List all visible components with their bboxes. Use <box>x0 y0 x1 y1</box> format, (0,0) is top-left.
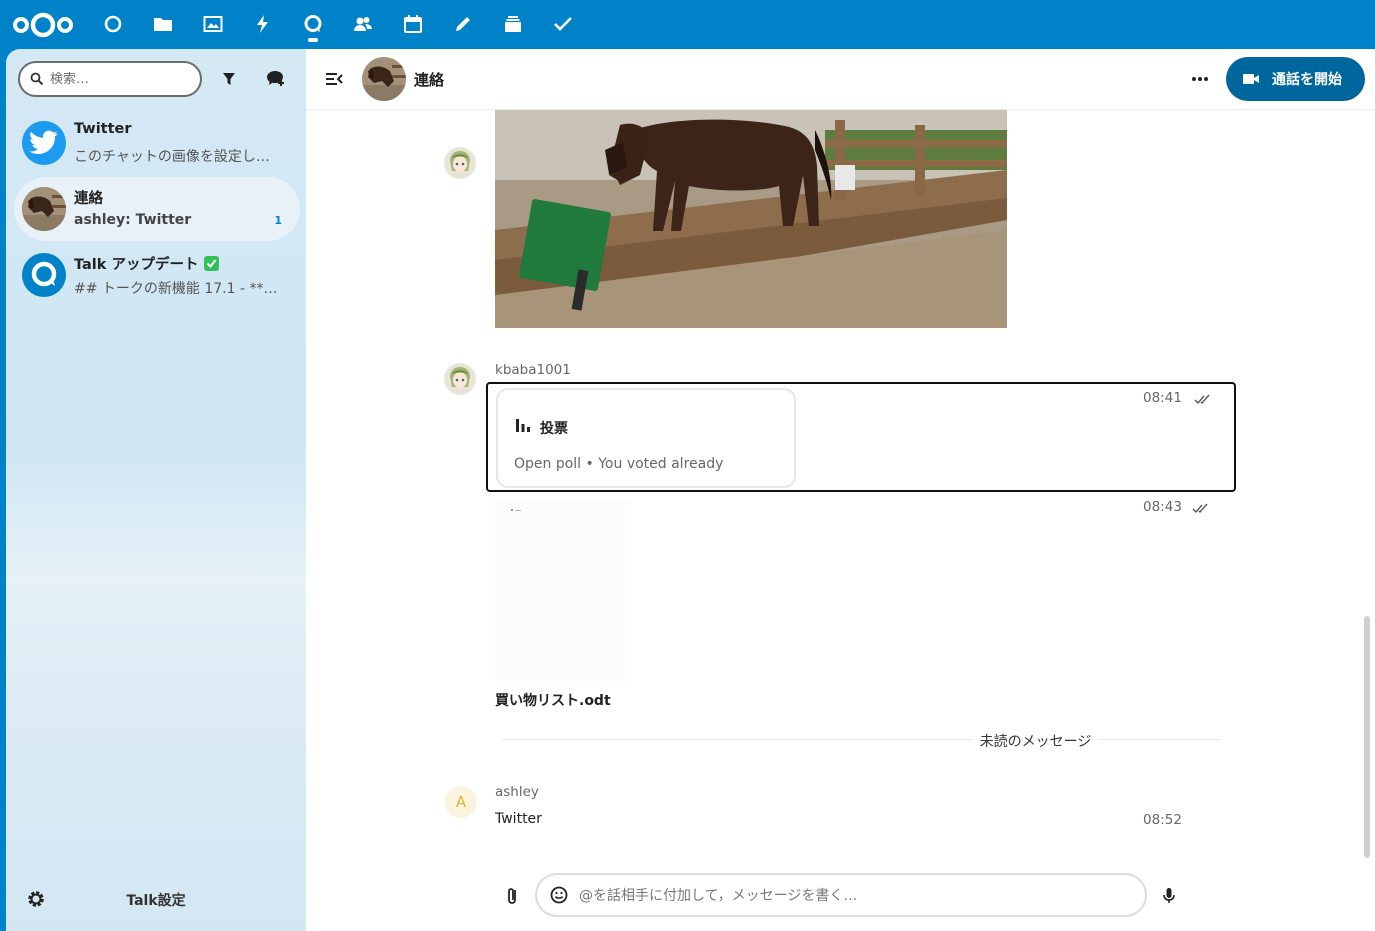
twitter-icon <box>22 121 66 165</box>
talk-settings-label: Talk設定 <box>126 893 186 909</box>
avatar[interactable] <box>444 363 476 395</box>
files-icon[interactable] <box>151 12 175 36</box>
photos-icon[interactable] <box>201 12 225 36</box>
message-composer[interactable] <box>535 873 1147 917</box>
microphone-icon[interactable] <box>1158 885 1180 907</box>
unread-count-badge: 1 <box>274 214 282 227</box>
filter-icon <box>223 73 235 85</box>
conversation-item-twitter[interactable]: Twitter このチャットの画像を設定し… <box>14 111 300 175</box>
scrollbar[interactable] <box>1364 616 1370 858</box>
search-icon <box>30 72 44 86</box>
file-preview[interactable] <box>495 501 631 681</box>
conversation-title: 連絡 <box>74 191 103 207</box>
video-camera-icon <box>1243 74 1259 84</box>
new-conversation-button[interactable] <box>261 64 291 94</box>
talk-icon[interactable] <box>301 12 325 36</box>
message-author: kbaba1001 <box>495 362 571 378</box>
conversation-item-talk-updates[interactable]: Talk アップデート ## トークの新機能 17.1 - **Ma… <box>14 243 300 307</box>
deck-icon[interactable] <box>501 12 525 36</box>
conversation-item-renraku[interactable]: 連絡 ashley: Twitter 1 <box>14 177 300 241</box>
read-receipt-icon <box>1194 394 1210 405</box>
notes-icon[interactable] <box>451 12 475 36</box>
conversation-title: Talk アップデート <box>74 253 220 274</box>
conversation-title-text: Talk アップデート <box>74 257 199 273</box>
message-time: 08:41 <box>1143 390 1182 406</box>
search-input[interactable] <box>50 71 190 87</box>
conversation-sidebar: Twitter このチャットの画像を設定し… 連絡 ashley: Twitte… <box>6 49 306 931</box>
calendar-icon[interactable] <box>401 12 425 36</box>
poll-chart-icon <box>516 419 530 432</box>
emoji-icon[interactable] <box>549 885 569 905</box>
shared-image[interactable] <box>495 110 1007 328</box>
message-author: ashley <box>495 784 539 800</box>
filter-button[interactable] <box>214 64 244 94</box>
check-mark-icon <box>204 256 220 271</box>
conversation-title: Twitter <box>74 121 132 137</box>
chat-panel: 連絡 通話を開始 kbaba1001 投票 Open poll • You vo… <box>306 49 1375 931</box>
talk-logo-icon <box>22 253 66 297</box>
tasks-icon[interactable] <box>551 12 575 36</box>
conversation-last-message: ashley: Twitter <box>74 212 192 228</box>
dashboard-icon[interactable] <box>101 12 125 36</box>
start-call-button[interactable]: 通話を開始 <box>1226 57 1365 101</box>
message-text: Twitter <box>495 811 542 827</box>
activity-icon[interactable] <box>251 12 275 36</box>
top-header <box>0 0 1375 49</box>
read-receipt-icon <box>1192 503 1208 514</box>
unread-divider-label-wrap: 未読のメッセージ <box>306 731 1375 751</box>
active-app-indicator <box>308 38 318 42</box>
poll-title: 投票 <box>540 421 568 437</box>
avatar[interactable] <box>444 147 476 179</box>
contacts-icon[interactable] <box>351 12 375 36</box>
unread-divider-label: 未読のメッセージ <box>971 734 1100 750</box>
nextcloud-logo-icon[interactable] <box>12 10 74 40</box>
message-input[interactable] <box>579 885 1119 907</box>
sidebar-toggle-icon[interactable] <box>322 67 346 91</box>
conversation-last-message: ## トークの新機能 17.1 - **Ma… <box>74 281 289 297</box>
poll-status: Open poll • You voted already <box>514 456 724 472</box>
conversation-title[interactable]: 連絡 <box>414 69 444 90</box>
file-name[interactable]: 買い物リスト.odt <box>495 690 611 710</box>
conversation-last-message: このチャットの画像を設定し… <box>74 149 270 165</box>
conversation-avatar[interactable] <box>362 57 406 101</box>
search-box[interactable] <box>18 61 202 97</box>
poll-card[interactable]: 投票 Open poll • You voted already <box>496 388 796 488</box>
start-call-label: 通話を開始 <box>1272 72 1342 88</box>
avatar[interactable]: A <box>445 786 477 818</box>
horse-avatar <box>22 187 66 231</box>
paperclip-icon[interactable] <box>502 885 524 907</box>
poll-message[interactable]: 投票 Open poll • You voted already 08:41 <box>486 382 1236 492</box>
message-time: 08:52 <box>1143 812 1182 828</box>
talk-settings-button[interactable]: Talk設定 <box>6 877 306 921</box>
chat-plus-icon <box>267 71 284 86</box>
chat-header: 連絡 通話を開始 <box>306 49 1375 110</box>
message-time: 08:43 <box>1143 499 1182 515</box>
more-options-icon[interactable] <box>1186 67 1214 91</box>
